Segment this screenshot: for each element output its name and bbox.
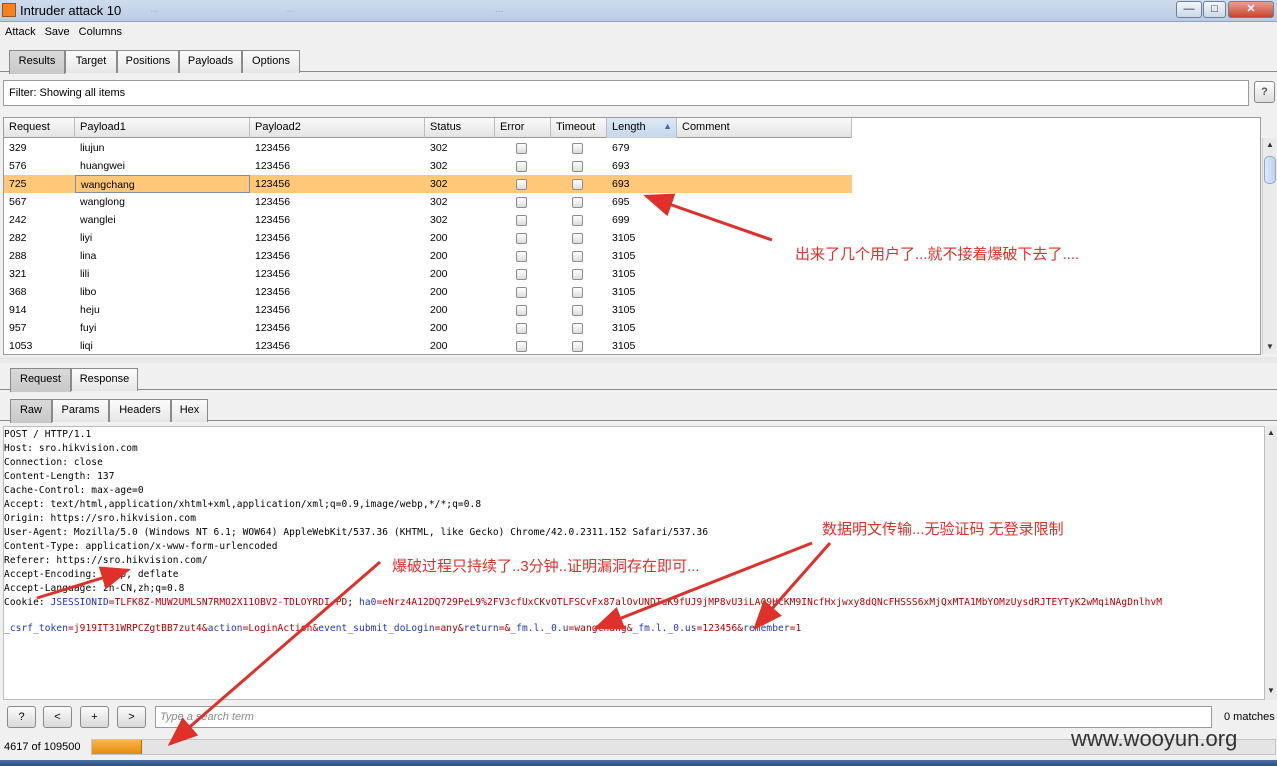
annotation-arrow xyxy=(36,566,131,600)
intruder-window: Intruder attack 10 ... ... ... — □ ✕ Att… xyxy=(0,0,1277,766)
annotation-arrows xyxy=(36,193,832,746)
annotation-users-found: 出来了几个用户了...就不接着爆破下去了.... xyxy=(795,246,1080,263)
annotation-plaintext: 数据明文传输...无验证码 无登录限制 xyxy=(822,521,1064,538)
annotation-arrow xyxy=(753,542,832,631)
annotation-arrow xyxy=(167,560,381,746)
annotation-arrow xyxy=(643,193,773,242)
annotation-duration: 爆破过程只持续了..3分钟..证明漏洞存在即可... xyxy=(392,558,700,575)
watermark-text: www.wooyun.org xyxy=(1071,726,1238,751)
